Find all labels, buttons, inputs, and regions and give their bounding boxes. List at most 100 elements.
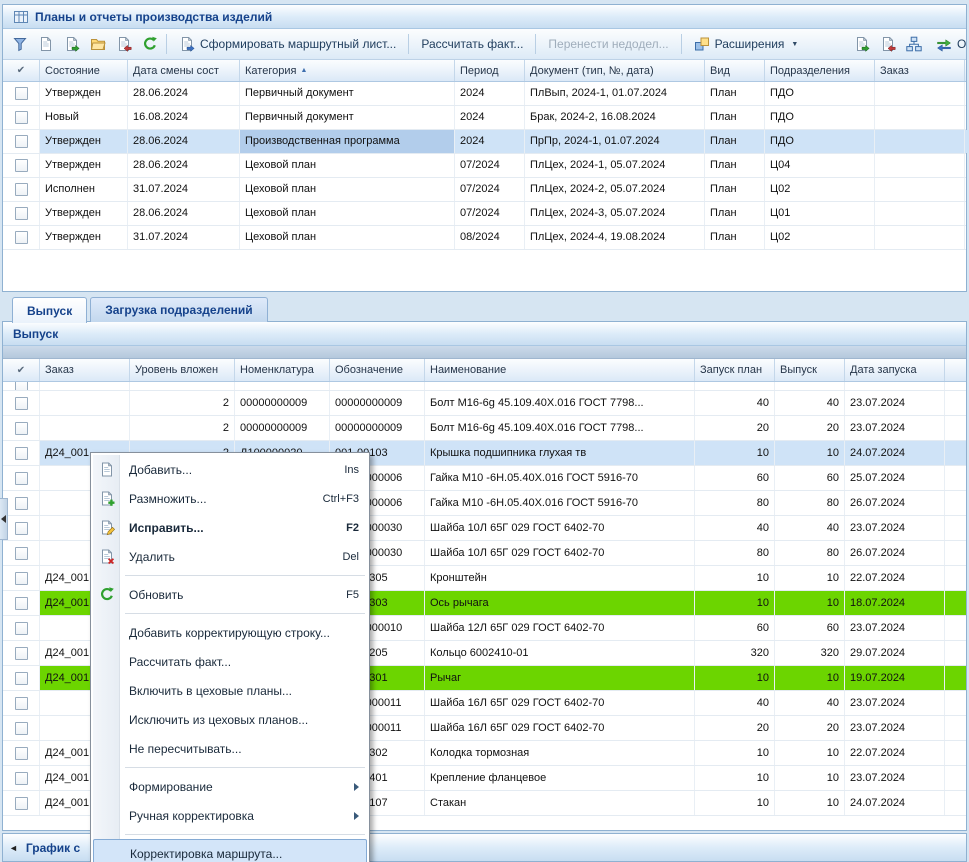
cell [875, 202, 965, 225]
column-header[interactable]: Запуск план [695, 359, 775, 381]
toolbar-separator [166, 34, 167, 54]
menu-item[interactable]: Корректировка маршрута... [93, 839, 367, 862]
cell: 23.07.2024 [845, 416, 945, 440]
table-row[interactable]: Утвержден28.06.2024Первичный документ202… [3, 82, 966, 106]
form-route-sheet-button[interactable]: Сформировать маршрутный лист... [170, 32, 405, 56]
import-plan-button[interactable] [849, 32, 875, 56]
table-row[interactable]: Исполнен31.07.2024Цеховой план07/2024ПлЦ… [3, 178, 966, 202]
copy-document-button[interactable] [59, 32, 85, 56]
calculate-fact-button[interactable]: Рассчитать факт... [412, 32, 532, 56]
column-header[interactable]: Вид [705, 60, 765, 81]
row-checkbox[interactable] [15, 772, 28, 785]
menu-item[interactable]: Включить в цеховые планы... [93, 676, 367, 705]
cell: 10 [775, 566, 845, 590]
table-row[interactable]: Новый16.08.2024Первичный документ2024Бра… [3, 106, 966, 130]
menu-item[interactable]: Рассчитать факт... [93, 647, 367, 676]
column-header[interactable]: Обозначение [330, 359, 425, 381]
table-row[interactable]: Утвержден31.07.2024Цеховой план08/2024Пл… [3, 226, 966, 250]
row-checkbox[interactable] [15, 597, 28, 610]
cell: Ц02 [765, 226, 875, 249]
menu-item[interactable]: ОбновитьF5 [93, 580, 367, 609]
table-row[interactable]: Утвержден28.06.2024Цеховой план07/2024Пл… [3, 154, 966, 178]
row-checkbox[interactable] [15, 382, 28, 390]
refresh-button[interactable] [137, 32, 163, 56]
table-row[interactable] [3, 382, 966, 391]
checkbox-cell [3, 441, 40, 465]
select-all-header[interactable]: ✔ [3, 359, 40, 381]
tab[interactable]: Загрузка подразделений [90, 297, 267, 322]
cell: 28.06.2024 [128, 130, 240, 153]
table-row[interactable]: Утвержден28.06.2024Производственная прог… [3, 130, 966, 154]
cell: Брак, 2024-2, 16.08.2024 [525, 106, 705, 129]
release-grid-header: ✔ЗаказУровень вложенНоменклатураОбозначе… [3, 359, 966, 382]
export-plan-button[interactable] [875, 32, 901, 56]
column-header[interactable]: Уровень вложен [130, 359, 235, 381]
cell [875, 226, 965, 249]
column-header[interactable]: Заказ [40, 359, 130, 381]
row-checkbox[interactable] [15, 572, 28, 585]
exchange-button[interactable]: Обм... [927, 32, 966, 56]
row-checkbox[interactable] [15, 672, 28, 685]
row-checkbox[interactable] [15, 647, 28, 660]
row-checkbox[interactable] [15, 497, 28, 510]
column-header[interactable]: Дата запуска [845, 359, 945, 381]
table-row[interactable]: 20000000000900000000009Болт М16-6g 45.10… [3, 416, 966, 441]
filter-button[interactable] [7, 32, 33, 56]
menu-item[interactable]: Формирование [93, 772, 367, 801]
column-header[interactable]: Категория▲ [240, 60, 455, 81]
export-document-button[interactable] [111, 32, 137, 56]
column-header[interactable]: Документ (тип, №, дата) [525, 60, 705, 81]
menu-item[interactable]: УдалитьDel [93, 542, 367, 571]
menu-item[interactable]: Не пересчитывать... [93, 734, 367, 763]
hierarchy-button[interactable] [901, 32, 927, 56]
column-header[interactable]: Номенклатура [235, 359, 330, 381]
row-checkbox[interactable] [15, 522, 28, 535]
row-checkbox[interactable] [15, 697, 28, 710]
new-document-button[interactable] [33, 32, 59, 56]
scroll-left-icon[interactable]: ◄ [9, 843, 18, 853]
menu-item[interactable]: Исправить...F2 [93, 513, 367, 542]
row-checkbox[interactable] [15, 747, 28, 760]
select-all-header[interactable]: ✔ [3, 60, 40, 81]
row-checkbox[interactable] [15, 135, 28, 148]
row-checkbox[interactable] [15, 797, 28, 810]
tab[interactable]: Выпуск [12, 297, 87, 323]
row-checkbox[interactable] [15, 722, 28, 735]
row-checkbox[interactable] [15, 622, 28, 635]
row-checkbox[interactable] [15, 422, 28, 435]
menu-item[interactable]: Исключить из цеховых планов... [93, 705, 367, 734]
row-checkbox[interactable] [15, 397, 28, 410]
menu-item[interactable]: Ручная корректировка [93, 801, 367, 830]
column-header[interactable]: Заказ [875, 60, 965, 81]
column-header[interactable]: Период [455, 60, 525, 81]
splitter-collapse-handle[interactable] [0, 498, 8, 540]
row-checkbox[interactable] [15, 159, 28, 172]
menu-item[interactable]: Добавить корректирующую строку... [93, 618, 367, 647]
menu-item[interactable]: Размножить...Ctrl+F3 [93, 484, 367, 513]
row-checkbox[interactable] [15, 447, 28, 460]
row-checkbox[interactable] [15, 547, 28, 560]
row-checkbox[interactable] [15, 207, 28, 220]
row-checkbox[interactable] [15, 231, 28, 244]
menu-item[interactable]: Добавить...Ins [93, 455, 367, 484]
checkbox-cell [3, 591, 40, 615]
tab-label: Загрузка подразделений [105, 303, 252, 317]
column-header[interactable]: Наименование [425, 359, 695, 381]
table-row[interactable]: Утвержден28.06.2024Цеховой план07/2024Пл… [3, 202, 966, 226]
column-header[interactable]: Состояние [40, 60, 128, 81]
cell: 16.08.2024 [128, 106, 240, 129]
row-checkbox[interactable] [15, 183, 28, 196]
cell: 10 [775, 441, 845, 465]
row-checkbox[interactable] [15, 111, 28, 124]
column-header[interactable]: Дата смены сост [128, 60, 240, 81]
menu-shortcut: F2 [346, 522, 359, 534]
row-checkbox[interactable] [15, 472, 28, 485]
cell: 07/2024 [455, 154, 525, 177]
column-header[interactable]: Выпуск [775, 359, 845, 381]
cell: Производственная программа [240, 130, 455, 153]
row-checkbox[interactable] [15, 87, 28, 100]
open-folder-button[interactable] [85, 32, 111, 56]
column-header[interactable]: Подразделения [765, 60, 875, 81]
extensions-button[interactable]: Расширения▼ [685, 32, 808, 56]
table-row[interactable]: 20000000000900000000009Болт М16-6g 45.10… [3, 391, 966, 416]
